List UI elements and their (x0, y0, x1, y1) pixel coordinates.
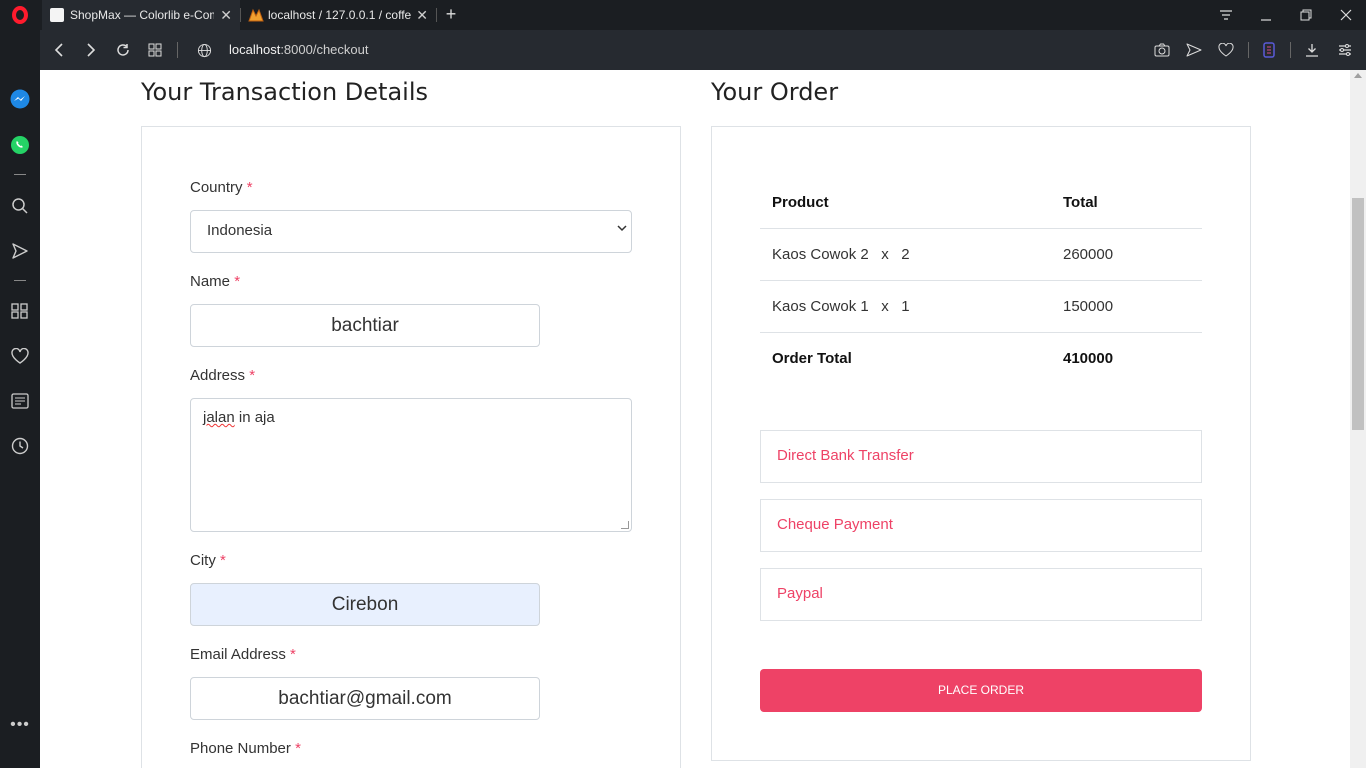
url-host: localhost (229, 42, 281, 57)
restore-icon[interactable] (1286, 0, 1326, 30)
phone-label: Phone Number * (190, 740, 301, 757)
search-icon[interactable] (9, 195, 31, 217)
product-column-header: Product (772, 194, 829, 211)
tab-menu-icon[interactable] (1206, 0, 1246, 30)
email-label-text: Email Address (190, 646, 286, 663)
shopmax-favicon-icon (50, 8, 64, 22)
required-mark: * (234, 273, 241, 290)
toolbar-divider (1248, 42, 1249, 58)
toolbar-divider (1290, 42, 1291, 58)
order-summary: Product Total Kaos Cowok 2 x 2 260000 Ka… (711, 126, 1251, 761)
name-label-text: Name (190, 273, 231, 290)
place-order-button[interactable]: PLACE ORDER (760, 669, 1202, 712)
tab-title: localhost / 127.0.0.1 / coffe (268, 8, 412, 22)
total-cell: 260000 (1063, 246, 1114, 263)
table-header-row: Product Total (760, 177, 1202, 229)
chevron-down-icon (617, 223, 627, 235)
download-icon[interactable] (1301, 39, 1323, 61)
address-textarea[interactable]: jalan in aja (190, 398, 632, 532)
url-path: :8000/checkout (280, 42, 369, 57)
address-text: in aja (234, 409, 275, 426)
back-icon[interactable] (48, 39, 70, 61)
address-bar: localhost:8000/checkout (40, 30, 1366, 70)
transaction-heading: Your Transaction Details (141, 78, 428, 106)
payment-cheque[interactable]: Cheque Payment (760, 499, 1202, 552)
required-mark: * (295, 740, 301, 757)
address-label-text: Address (190, 367, 246, 384)
heart-icon[interactable] (1215, 39, 1237, 61)
country-label-text: Country (190, 179, 243, 196)
table-row: Kaos Cowok 2 x 2 260000 (760, 229, 1202, 281)
required-mark: * (220, 552, 226, 569)
order-table: Product Total Kaos Cowok 2 x 2 260000 Ka… (760, 177, 1202, 385)
address-label: Address * (190, 367, 255, 384)
required-mark: * (246, 179, 253, 196)
history-icon[interactable] (9, 435, 31, 457)
toolbar-divider (177, 42, 178, 58)
tab-shopmax[interactable]: ShopMax — Colorlib e-Com ✕ (42, 0, 240, 30)
opera-logo-icon[interactable] (0, 0, 40, 30)
more-icon[interactable]: ••• (9, 714, 31, 736)
order-total-value: 410000 (1063, 350, 1114, 367)
order-heading: Your Order (711, 78, 839, 106)
email-input[interactable]: bachtiar@gmail.com (190, 677, 540, 720)
whatsapp-icon[interactable] (9, 134, 31, 156)
heart-icon[interactable] (9, 345, 31, 367)
address-misspelled-word: jalan (203, 409, 235, 426)
total-cell: 150000 (1063, 298, 1114, 315)
payment-paypal[interactable]: Paypal (760, 568, 1202, 621)
scroll-thumb[interactable] (1352, 198, 1364, 430)
transaction-form: Country * Indonesia Name * bachtiar Addr… (141, 126, 681, 768)
email-label: Email Address * (190, 646, 296, 663)
send-icon[interactable] (9, 240, 31, 262)
extension-icon[interactable] (1258, 39, 1280, 61)
country-select[interactable]: Indonesia (190, 210, 632, 253)
country-value: Indonesia (207, 222, 273, 239)
phone-label-text: Phone Number (190, 740, 291, 757)
url-field[interactable]: localhost:8000/checkout (229, 42, 369, 57)
page-scrollbar[interactable] (1350, 70, 1366, 768)
resize-handle[interactable] (621, 521, 629, 529)
speed-dial-icon[interactable] (9, 300, 31, 322)
product-cell: Kaos Cowok 2 x 2 (772, 246, 910, 263)
checkout-page: Your Transaction Details Country * Indon… (40, 70, 1350, 768)
sidebar-divider (14, 280, 26, 281)
country-label: Country * (190, 179, 253, 196)
table-row: Kaos Cowok 1 x 1 150000 (760, 281, 1202, 333)
forward-icon[interactable] (80, 39, 102, 61)
city-label-text: City (190, 552, 216, 569)
messenger-icon[interactable] (9, 88, 31, 110)
required-mark: * (249, 367, 256, 384)
minimize-icon[interactable] (1246, 0, 1286, 30)
globe-icon[interactable] (193, 39, 215, 61)
tab-divider (436, 8, 437, 22)
order-total-row: Order Total 410000 (760, 333, 1202, 385)
close-tab-icon[interactable]: ✕ (220, 7, 232, 23)
news-icon[interactable] (9, 390, 31, 412)
browser-tab-bar: ShopMax — Colorlib e-Com ✕ localhost / 1… (0, 0, 1366, 30)
required-mark: * (290, 646, 296, 663)
easy-setup-icon[interactable] (1334, 39, 1356, 61)
scroll-up-arrow-icon[interactable] (1354, 73, 1362, 78)
close-window-icon[interactable] (1326, 0, 1366, 30)
phpmyadmin-favicon-icon (248, 8, 264, 22)
name-label: Name * (190, 273, 240, 290)
new-tab-icon[interactable]: + (443, 4, 459, 24)
city-label: City * (190, 552, 226, 569)
send-icon[interactable] (1183, 39, 1205, 61)
tab-phpmyadmin[interactable]: localhost / 127.0.0.1 / coffe ✕ (240, 0, 436, 30)
close-tab-icon[interactable]: ✕ (416, 7, 428, 23)
sidebar-divider (14, 174, 26, 175)
speed-dial-icon[interactable] (144, 39, 166, 61)
order-total-label: Order Total (772, 350, 852, 367)
opera-sidebar: ••• (0, 30, 40, 768)
product-cell: Kaos Cowok 1 x 1 (772, 298, 910, 315)
name-input[interactable]: bachtiar (190, 304, 540, 347)
city-input[interactable]: Cirebon (190, 583, 540, 626)
camera-icon[interactable] (1151, 39, 1173, 61)
payment-direct-bank-transfer[interactable]: Direct Bank Transfer (760, 430, 1202, 483)
tab-title: ShopMax — Colorlib e-Com (70, 8, 214, 22)
total-column-header: Total (1063, 194, 1098, 211)
reload-icon[interactable] (112, 39, 134, 61)
